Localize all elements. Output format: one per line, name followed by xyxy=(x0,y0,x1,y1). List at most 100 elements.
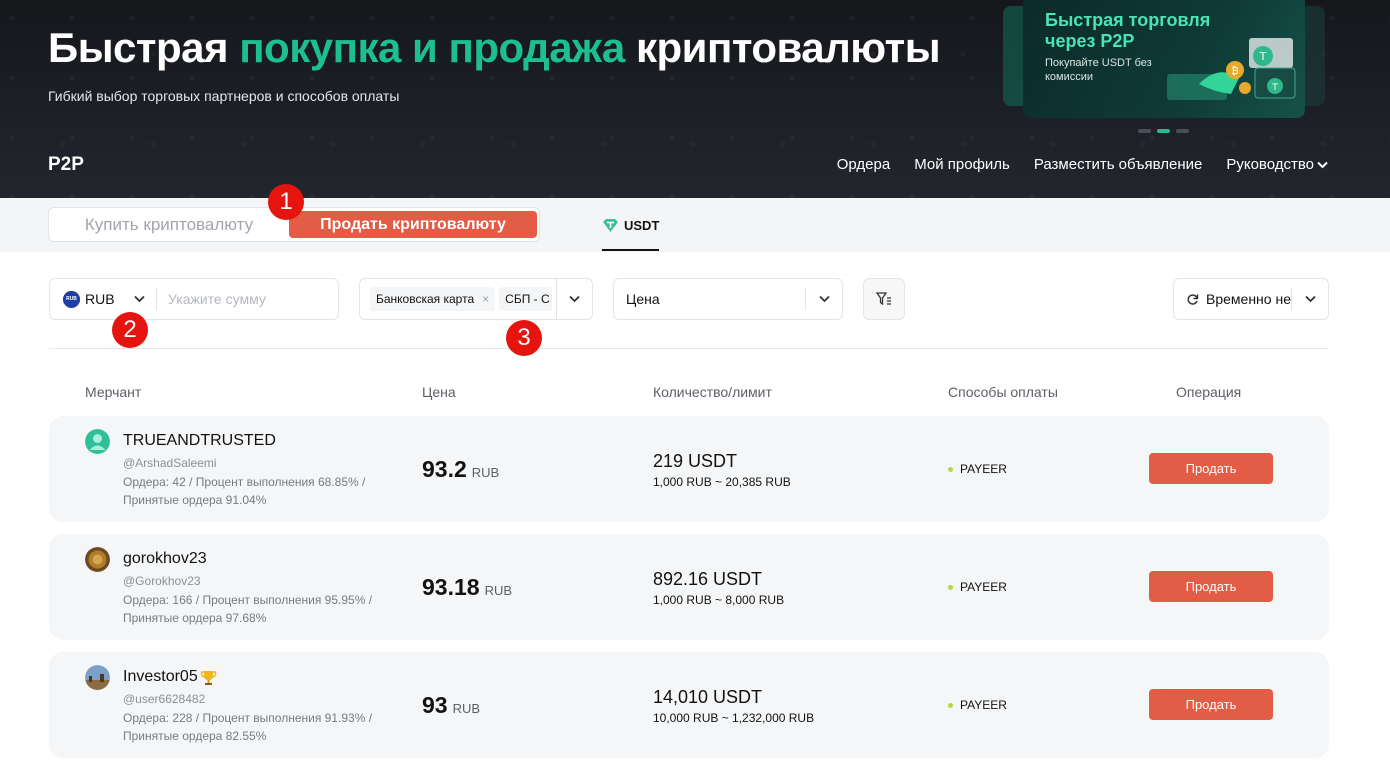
avatar[interactable] xyxy=(85,665,110,690)
svg-text:T: T xyxy=(1271,83,1278,93)
filter-icon xyxy=(876,292,891,306)
annotation-marker-2: 2 xyxy=(112,312,148,348)
refresh-interval-select[interactable]: Временно не xyxy=(1173,278,1329,320)
bullet-icon xyxy=(948,466,953,472)
order-limit: 1,000 RUB ~ 20,385 RUB xyxy=(653,475,791,489)
merchant-stats: Ордера: 166 / Процент выполнения 95.95% … xyxy=(123,593,373,625)
merchant-name[interactable]: TRUEANDTRUSTED xyxy=(123,432,276,450)
available-quantity: 892.16 USDT xyxy=(653,569,763,589)
close-icon[interactable]: × xyxy=(482,292,489,306)
promo-banner-text: Покупайте USDT без комиссии xyxy=(1045,57,1152,83)
usdt-icon xyxy=(603,219,618,232)
sell-button[interactable]: Продать xyxy=(1149,689,1273,720)
payment-method: PAYEER xyxy=(948,462,1007,476)
payment-method: PAYEER xyxy=(948,580,1007,594)
table-row: Investor05 @user6628482 Ордера: 228 / Пр… xyxy=(49,652,1329,758)
coin-tab-label: USDT xyxy=(624,218,660,233)
currency-select[interactable]: RUB xyxy=(50,290,156,308)
hero-banner: Быстрая покупка и продажа криптовалюты Г… xyxy=(0,0,1390,198)
nav-guide[interactable]: Руководство xyxy=(1226,156,1328,173)
price-amount: 93.2 xyxy=(422,456,467,482)
trophy-icon xyxy=(200,670,216,685)
carousel-dot-active[interactable] xyxy=(1157,129,1170,133)
price-sort-select[interactable]: Цена xyxy=(613,278,843,320)
bullet-icon xyxy=(948,702,953,708)
coin-tab-usdt[interactable]: USDT xyxy=(602,218,660,251)
price-currency: RUB xyxy=(471,465,500,480)
price-currency: RUB xyxy=(452,701,481,716)
top-navigation: Ордера Мой профиль Разместить объявление… xyxy=(837,156,1328,173)
avatar[interactable] xyxy=(85,547,110,572)
tab-sell-crypto[interactable]: Продать криптовалюту xyxy=(289,211,537,238)
sell-button[interactable]: Продать xyxy=(1149,571,1273,602)
price-amount: 93 xyxy=(422,692,448,718)
p2p-logo[interactable]: P2P xyxy=(48,154,84,176)
trade-tabs-bar: Купить криптовалюту Продать криптовалюту… xyxy=(0,198,1390,252)
annotation-marker-1: 1 xyxy=(268,184,304,220)
divider xyxy=(49,348,1329,349)
header-operation: Операция xyxy=(1176,384,1242,400)
payment-chip-label: Банковская карта xyxy=(376,292,475,306)
payment-chip-bank-card: Банковская карта × xyxy=(370,287,496,311)
payment-method-label: PAYEER xyxy=(960,698,1007,712)
order-limit: 1,000 RUB ~ 8,000 RUB xyxy=(653,593,785,607)
payment-dropdown-toggle[interactable] xyxy=(557,295,592,303)
price-amount: 93.18 xyxy=(422,574,480,600)
nav-guide-label: Руководство xyxy=(1226,156,1314,173)
nav-post-ad[interactable]: Разместить объявление xyxy=(1034,156,1202,173)
order-limit: 10,000 RUB ~ 1,232,000 RUB xyxy=(653,711,815,725)
header-price: Цена xyxy=(422,384,456,400)
carousel-dots xyxy=(1138,129,1189,133)
avatar[interactable] xyxy=(85,429,110,454)
svg-text:₿: ₿ xyxy=(1231,65,1238,77)
advanced-filter-button[interactable] xyxy=(863,278,905,320)
available-quantity: 219 USDT xyxy=(653,451,738,471)
table-row: gorokhov23 @Gorokhov23 Ордера: 166 / Про… xyxy=(49,534,1329,640)
payment-method-label: PAYEER xyxy=(960,580,1007,594)
svg-text:T: T xyxy=(1259,50,1267,63)
rub-flag-icon xyxy=(63,290,80,308)
carousel-dot[interactable] xyxy=(1138,129,1151,133)
price-sort-label: Цена xyxy=(626,291,660,307)
merchant-handle: @user6628482 xyxy=(123,692,206,706)
price-value: 93 RUB xyxy=(422,692,480,719)
amount-filter: RUB xyxy=(49,278,339,320)
price-currency: RUB xyxy=(484,583,513,598)
table-row: TRUEANDTRUSTED @ArshadSaleemi Ордера: 42… xyxy=(49,416,1329,522)
payment-method: PAYEER xyxy=(948,698,1007,712)
refresh-dropdown-toggle[interactable] xyxy=(1292,295,1328,303)
refresh-interval-label-wrap: Временно не xyxy=(1186,291,1291,307)
carousel-dot[interactable] xyxy=(1176,129,1189,133)
promo-illustration-icon: ₿ T T xyxy=(1167,38,1296,100)
amount-input[interactable] xyxy=(157,291,327,307)
refresh-interval-label: Временно не xyxy=(1206,291,1291,307)
sell-button[interactable]: Продать xyxy=(1149,453,1273,484)
merchant-handle: @ArshadSaleemi xyxy=(123,456,217,470)
payment-chip-sbp: СБП - С xyxy=(499,287,553,311)
merchant-name[interactable]: gorokhov23 xyxy=(123,550,207,568)
tab-buy-crypto[interactable]: Купить криптовалюту xyxy=(49,208,289,241)
chevron-down-icon xyxy=(1304,295,1316,303)
header-merchant: Мерчант xyxy=(85,384,142,400)
promo-banner[interactable]: Быстрая торговля через P2P Покупайте USD… xyxy=(1023,0,1305,118)
nav-orders[interactable]: Ордера xyxy=(837,156,890,173)
available-quantity: 14,010 USDT xyxy=(653,687,763,707)
merchant-stats: Ордера: 42 / Процент выполнения 68.85% /… xyxy=(123,475,366,507)
chevron-down-icon xyxy=(133,295,145,303)
refresh-icon xyxy=(1187,293,1199,305)
bullet-icon xyxy=(948,584,953,590)
header-quantity: Количество/лимит xyxy=(653,384,772,400)
header-payment: Способы оплаты xyxy=(948,384,1058,400)
nav-my-profile[interactable]: Мой профиль xyxy=(914,156,1010,173)
payment-method-filter[interactable]: Банковская карта × СБП - С xyxy=(359,278,593,320)
currency-code: RUB xyxy=(85,291,115,307)
merchant-name[interactable]: Investor05 xyxy=(123,668,217,686)
price-dropdown-toggle[interactable] xyxy=(806,295,842,303)
price-value: 93.18 RUB xyxy=(422,574,512,601)
price-value: 93.2 RUB xyxy=(422,456,499,483)
hero-subtitle: Гибкий выбор торговых партнеров и способ… xyxy=(48,88,400,104)
merchant-handle: @Gorokhov23 xyxy=(123,574,201,588)
merchant-name-label: Investor05 xyxy=(123,668,198,685)
merchant-stats: Ордера: 228 / Процент выполнения 91.93% … xyxy=(123,711,373,743)
chevron-down-icon xyxy=(818,295,830,303)
